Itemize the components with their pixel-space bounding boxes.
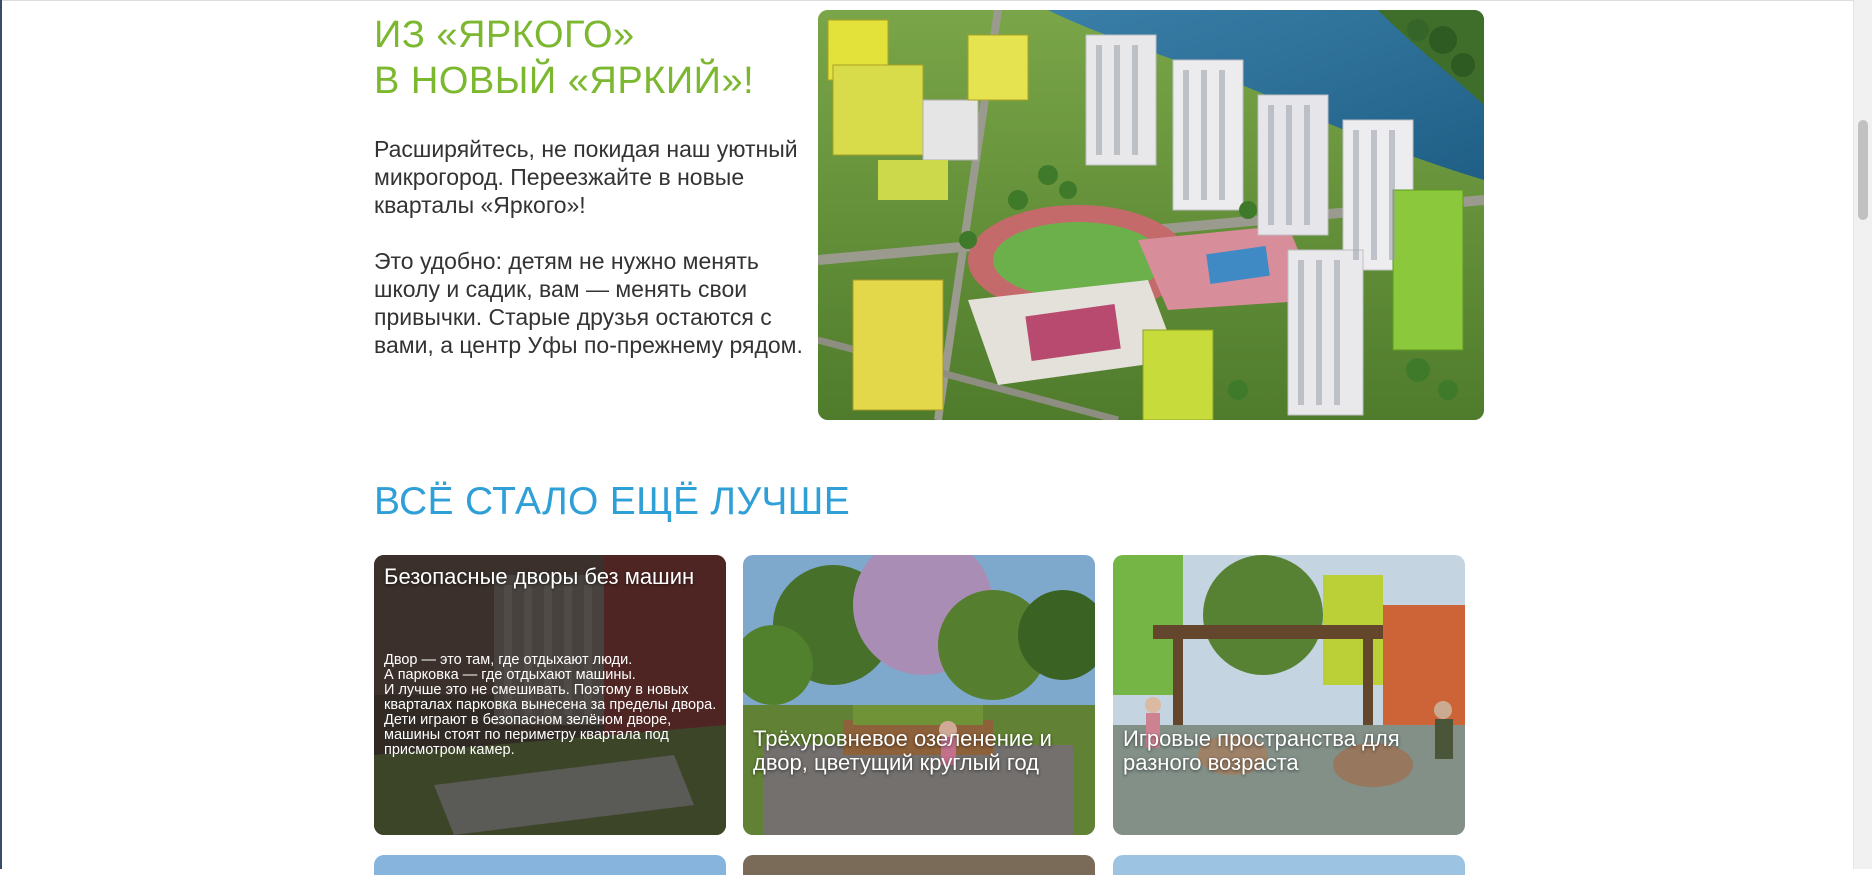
- scrollbar-thumb[interactable]: [1858, 120, 1868, 220]
- district-aerial-image: [818, 10, 1484, 420]
- section-title: ВСЁ СТАЛО ЕЩЁ ЛУЧШЕ: [374, 480, 851, 523]
- hero-title-line-2: В НОВЫЙ «ЯРКИЙ»!: [374, 60, 755, 102]
- top-divider: [2, 0, 1854, 1]
- card-description-line-3: И лучше это не смешивать. Поэтому в новы…: [384, 682, 717, 758]
- feature-card-peek-3[interactable]: [1113, 855, 1465, 875]
- card-title-greenery: Трёхуровневое озеленение и двор, цветущи…: [753, 726, 1052, 775]
- hero-paragraph-2: Это удобно: детям не нужно менять школу …: [374, 248, 803, 358]
- hero-title-line-1: ИЗ «ЯРКОГО»: [374, 14, 635, 56]
- card-description-line-2: А парковка — где отдыхают машины.: [384, 667, 636, 683]
- feature-card-peek-2[interactable]: [743, 855, 1095, 875]
- hero-paragraph-1: Расширяйтесь, не покидая наш уютный микр…: [374, 136, 798, 218]
- hero-title: ИЗ «ЯРКОГО» В НОВЫЙ «ЯРКИЙ»!: [374, 12, 794, 104]
- card-description-line-1: Двор — это там, где отдыхают люди.: [384, 652, 633, 668]
- feature-card-safe-yards[interactable]: Безопасные дворы без машин Двор — это та…: [374, 555, 726, 835]
- card-description-safe-yards: Двор — это там, где отдыхают люди. А пар…: [384, 653, 718, 758]
- greenery-image: [743, 555, 1095, 835]
- feature-card-greenery[interactable]: Трёхуровневое озеленение и двор, цветущи…: [743, 555, 1095, 835]
- feature-card-peek-1[interactable]: [374, 855, 726, 875]
- playgrounds-image: [1113, 555, 1465, 835]
- window-edge: [0, 0, 2, 869]
- hero-text: Расширяйтесь, не покидая наш уютный микр…: [374, 135, 809, 387]
- card-title-playgrounds: Игровые пространства для разного возраст…: [1123, 726, 1400, 775]
- card-title-safe-yards: Безопасные дворы без машин: [384, 564, 695, 589]
- feature-card-playgrounds[interactable]: Игровые пространства для разного возраст…: [1113, 555, 1465, 835]
- page-scrollbar[interactable]: [1853, 0, 1872, 869]
